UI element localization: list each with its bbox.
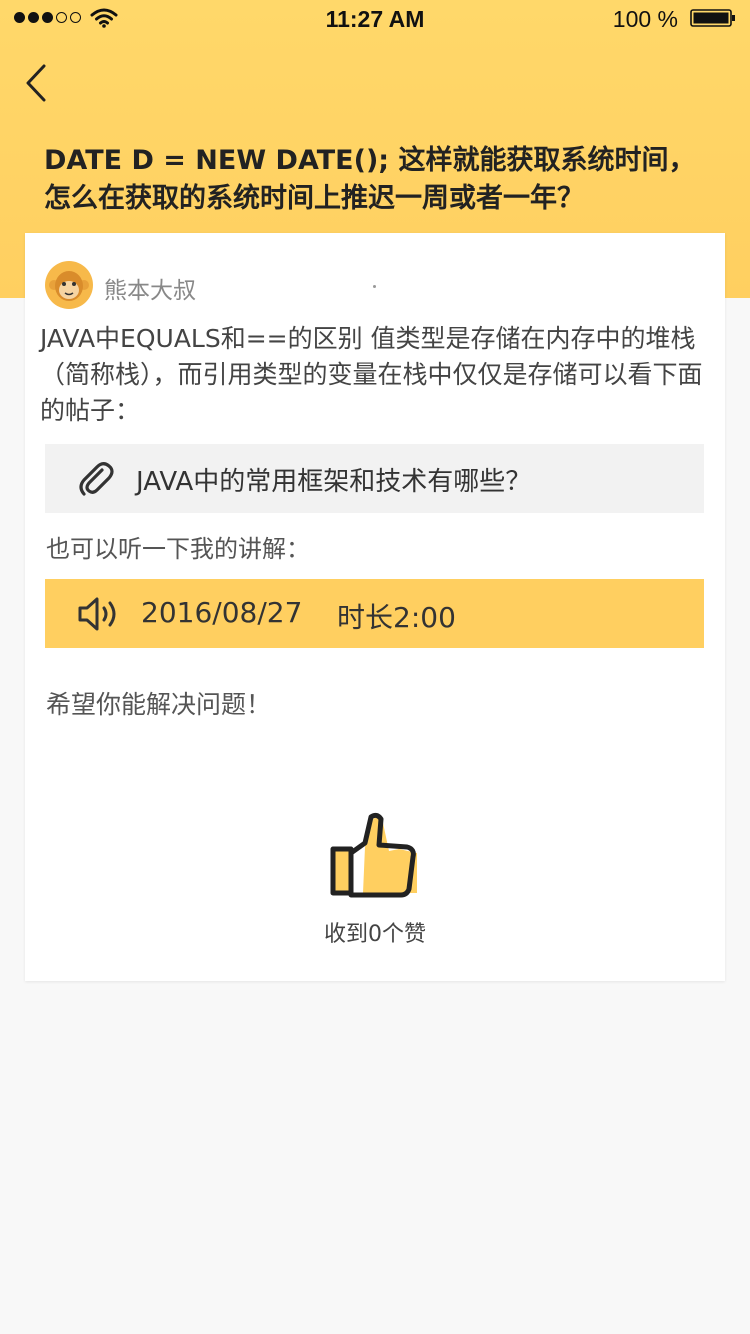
audio-date: 2016/08/27 xyxy=(141,596,303,629)
speaker-icon xyxy=(78,597,116,631)
back-button[interactable] xyxy=(18,58,58,108)
author-name[interactable]: 熊本大叔 xyxy=(104,271,196,305)
thumbs-up-icon[interactable] xyxy=(329,811,421,901)
status-bar: 11:27 AM 100 % xyxy=(0,0,750,40)
answer-card: 熊本大叔 JAVA中EQUALS和==的区别 值类型是存储在内存中的堆栈（简称栈… xyxy=(25,233,725,981)
avatar[interactable] xyxy=(45,261,93,309)
battery-percentage: 100 % xyxy=(612,6,678,32)
listen-prompt: 也可以听一下我的讲解： xyxy=(46,535,310,563)
answer-body: JAVA中EQUALS和==的区别 值类型是存储在内存中的堆栈（简称栈），而引用… xyxy=(40,324,703,425)
closing-text: 希望你能解决问题！ xyxy=(46,690,272,719)
audio-player[interactable]: 2016/08/27 时长2:00 xyxy=(45,579,704,648)
linked-post[interactable]: JAVA中的常用框架和技术有哪些？ xyxy=(45,444,704,513)
battery-icon xyxy=(690,9,735,27)
paperclip-icon xyxy=(79,462,114,496)
like-count: 收到0个赞 xyxy=(324,922,426,947)
chevron-left-icon xyxy=(26,64,46,102)
separator-dot xyxy=(373,285,376,288)
audio-duration: 时长2:00 xyxy=(337,601,456,634)
question-title: DATE D = NEW DATE(); 这样就能获取系统时间，怎么在获取的系统… xyxy=(44,145,696,214)
linked-post-title: JAVA中的常用框架和技术有哪些？ xyxy=(136,467,532,497)
